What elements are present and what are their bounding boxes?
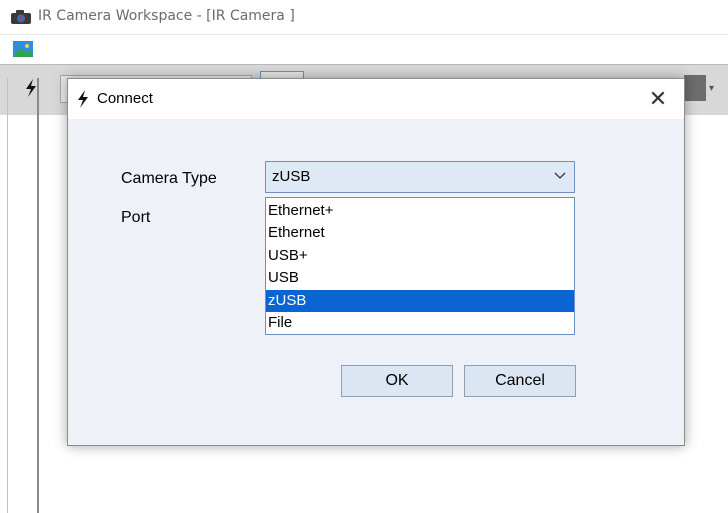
option-ethernet-plus[interactable]: Ethernet+ <box>266 200 574 222</box>
option-file[interactable]: File <box>266 312 574 334</box>
dialog-title: Connect <box>97 90 153 107</box>
camera-icon <box>11 10 31 24</box>
left-pane-divider[interactable] <box>37 78 39 513</box>
toolbar-right-control[interactable] <box>684 75 706 101</box>
option-usb[interactable]: USB <box>266 267 574 289</box>
option-usb-plus[interactable]: USB+ <box>266 245 574 267</box>
camera-type-label: Camera Type <box>121 170 217 187</box>
image-icon[interactable] <box>13 41 33 57</box>
window-titlebar: IR Camera Workspace - [IR Camera ] <box>0 0 728 34</box>
chevron-down-icon[interactable] <box>554 169 566 181</box>
left-border <box>7 78 8 513</box>
lightning-icon[interactable] <box>24 79 38 97</box>
chevron-down-icon[interactable]: ▾ <box>709 83 714 94</box>
camera-type-dropdown-list: Ethernet+ Ethernet USB+ USB zUSB File <box>265 197 575 335</box>
cancel-button[interactable]: Cancel <box>464 365 576 397</box>
ok-button[interactable]: OK <box>341 365 453 397</box>
connect-dialog: Connect ✕ Camera Type Port zUSB Ethernet… <box>67 78 685 446</box>
option-zusb[interactable]: zUSB <box>266 289 574 312</box>
dialog-titlebar: Connect ✕ <box>68 79 684 119</box>
camera-type-value: zUSB <box>272 168 311 185</box>
lightning-icon <box>78 90 88 108</box>
port-label: Port <box>121 209 151 226</box>
window-title: IR Camera Workspace - [IR Camera ] <box>38 8 295 24</box>
camera-type-select[interactable]: zUSB <box>265 161 575 193</box>
menubar <box>0 34 728 65</box>
option-ethernet[interactable]: Ethernet <box>266 222 574 244</box>
close-icon[interactable]: ✕ <box>640 84 676 114</box>
